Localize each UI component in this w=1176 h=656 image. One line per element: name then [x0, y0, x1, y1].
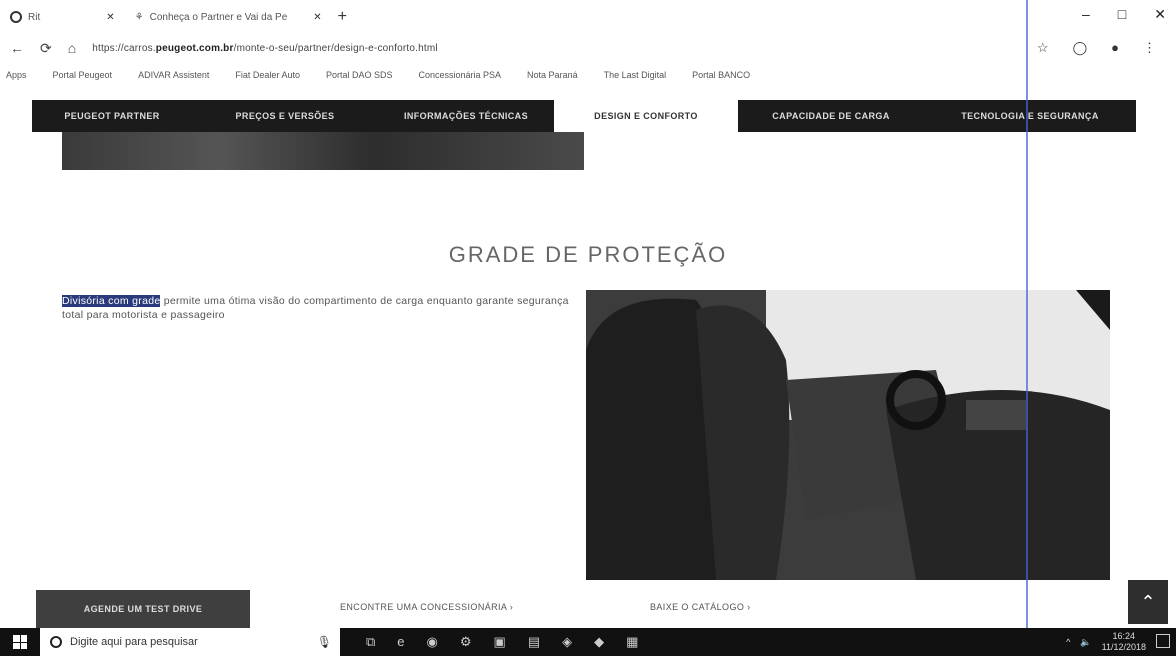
- bookmarks-bar: Apps Portal Peugeot ADIVAR Assistent Fia…: [0, 62, 1176, 88]
- taskbar-search[interactable]: Digite aqui para pesquisar 🎙: [40, 628, 340, 656]
- app-icon[interactable]: ▦: [626, 634, 638, 650]
- chevron-up-icon: ⌃: [1140, 591, 1156, 612]
- catalog-link[interactable]: BAIXE O CATÁLOGO ›: [650, 602, 751, 612]
- clock-date: 11/12/2018: [1101, 642, 1146, 652]
- section-title: GRADE DE PROTEÇÃO: [448, 242, 728, 267]
- nav-informacoes-tecnicas[interactable]: INFORMAÇÕES TÉCNICAS: [378, 100, 554, 132]
- close-window-icon[interactable]: ✕: [1154, 6, 1166, 23]
- cortana-icon: [50, 636, 62, 648]
- nav-peugeot-partner[interactable]: PEUGEOT PARTNER: [32, 100, 192, 132]
- windows-icon: [13, 635, 27, 649]
- section-description: Divisória com grade permite uma ótima vi…: [62, 294, 582, 322]
- back-icon[interactable]: ←: [10, 40, 24, 56]
- dealer-link[interactable]: ENCONTRE UMA CONCESSIONÁRIA ›: [340, 602, 513, 612]
- guide-line: [1026, 0, 1028, 628]
- volume-icon[interactable]: 🔈: [1080, 637, 1091, 648]
- nav-precos-versoes[interactable]: PREÇOS E VERSÕES: [192, 100, 378, 132]
- browser-tab-active[interactable]: ⚘ Conheça o Partner e Vai da Pe ✕: [125, 5, 332, 29]
- bookmark-item[interactable]: The Last Digital: [604, 70, 667, 80]
- highlighted-text: Divisória com grade: [62, 295, 161, 307]
- maximize-icon[interactable]: □: [1118, 6, 1126, 23]
- system-tray: ^ 🔈 16:24 11/12/2018: [1066, 628, 1146, 656]
- taskbar: Digite aqui para pesquisar 🎙 ⧉ e ◉ ⚙ ▣ ▤…: [0, 628, 1176, 656]
- bookmark-item[interactable]: Concessionária PSA: [419, 70, 502, 80]
- clock[interactable]: 16:24 11/12/2018: [1102, 631, 1146, 653]
- url-field[interactable]: https://carros.peugeot.com.br/monte-o-se…: [92, 43, 852, 54]
- store-icon[interactable]: ◆: [594, 634, 604, 650]
- tab-title: Rit: [28, 11, 41, 23]
- start-button[interactable]: [0, 628, 40, 656]
- clock-time: 16:24: [1112, 631, 1136, 641]
- task-view-icon[interactable]: ⧉: [366, 634, 375, 650]
- reload-icon[interactable]: ⟳: [40, 40, 52, 57]
- taskbar-apps: ⧉ e ◉ ⚙ ▣ ▤ ◈ ◆ ▦: [366, 634, 638, 650]
- bookmark-item[interactable]: Fiat Dealer Auto: [235, 70, 300, 80]
- hero-image-strip: [62, 132, 584, 170]
- search-placeholder: Digite aqui para pesquisar: [70, 636, 198, 648]
- photos-icon[interactable]: ▣: [494, 634, 506, 650]
- home-icon[interactable]: ⌂: [68, 40, 76, 56]
- loading-icon: [10, 11, 22, 23]
- opera-icon[interactable]: ◯: [1073, 40, 1088, 56]
- action-bar: AGENDE UM TEST DRIVE ENCONTRE UMA CONCES…: [0, 590, 1176, 630]
- test-drive-button[interactable]: AGENDE UM TEST DRIVE: [36, 590, 250, 628]
- nav-capacidade-carga[interactable]: CAPACIDADE DE CARGA: [738, 100, 924, 132]
- catalog-link-label: BAIXE O CATÁLOGO: [650, 602, 745, 612]
- edge-icon[interactable]: e: [397, 634, 404, 650]
- settings-icon[interactable]: ⚙: [460, 634, 472, 650]
- chevron-right-icon: ›: [747, 602, 751, 612]
- menu-icon[interactable]: ⋮: [1143, 40, 1156, 56]
- bookmark-item[interactable]: Portal DAO SDS: [326, 70, 393, 80]
- scroll-top-button[interactable]: ⌃: [1128, 580, 1168, 624]
- microphone-icon[interactable]: 🎙: [317, 635, 332, 649]
- bookmark-item[interactable]: Apps: [6, 70, 27, 80]
- tab-bar: Rit ✕ ⚘ Conheça o Partner e Vai da Pe ✕ …: [0, 0, 1176, 34]
- notification-icon[interactable]: [1156, 634, 1170, 648]
- app-icon[interactable]: ◈: [562, 634, 572, 650]
- profile-icon[interactable]: ●: [1111, 40, 1119, 56]
- tab-title: Conheça o Partner e Vai da Pe: [149, 11, 288, 23]
- close-tab-icon[interactable]: ✕: [106, 12, 114, 23]
- peugeot-favicon-icon: ⚘: [134, 11, 144, 23]
- explorer-icon[interactable]: ▤: [528, 634, 540, 650]
- chrome-icon[interactable]: ◉: [427, 634, 438, 650]
- dealer-link-label: ENCONTRE UMA CONCESSIONÁRIA: [340, 602, 507, 612]
- chevron-up-icon[interactable]: ^: [1066, 637, 1070, 647]
- bookmark-star-icon[interactable]: ☆: [1037, 40, 1049, 56]
- window-controls: – □ ✕: [1082, 6, 1166, 23]
- nav-design-conforto[interactable]: DESIGN E CONFORTO: [554, 100, 738, 132]
- bookmark-item[interactable]: ADIVAR Assistent: [138, 70, 209, 80]
- site-nav: PEUGEOT PARTNER PREÇOS E VERSÕES INFORMA…: [32, 100, 1136, 132]
- address-bar: ← ⟳ ⌂ https://carros.peugeot.com.br/mont…: [0, 34, 1176, 62]
- car-interior-photo: [586, 290, 1110, 580]
- bookmark-item[interactable]: Portal BANCO: [692, 70, 750, 80]
- nav-tecnologia-seguranca[interactable]: TECNOLOGIA E SEGURANÇA: [924, 100, 1136, 132]
- browser-tab[interactable]: Rit ✕: [0, 5, 125, 29]
- browser-actions: ☆ ◯ ● ⋮: [1037, 40, 1156, 56]
- close-tab-icon[interactable]: ✕: [313, 12, 321, 23]
- url-prefix: https://carros.: [92, 42, 156, 54]
- new-tab-icon[interactable]: +: [338, 8, 347, 26]
- bookmark-item[interactable]: Portal Peugeot: [53, 70, 113, 80]
- minimize-icon[interactable]: –: [1082, 6, 1090, 23]
- url-path: /monte-o-seu/partner/design-e-conforto.h…: [233, 42, 438, 54]
- chevron-right-icon: ›: [509, 602, 514, 612]
- bookmark-item[interactable]: Nota Paraná: [527, 70, 578, 80]
- url-domain: peugeot.com.br: [155, 42, 234, 54]
